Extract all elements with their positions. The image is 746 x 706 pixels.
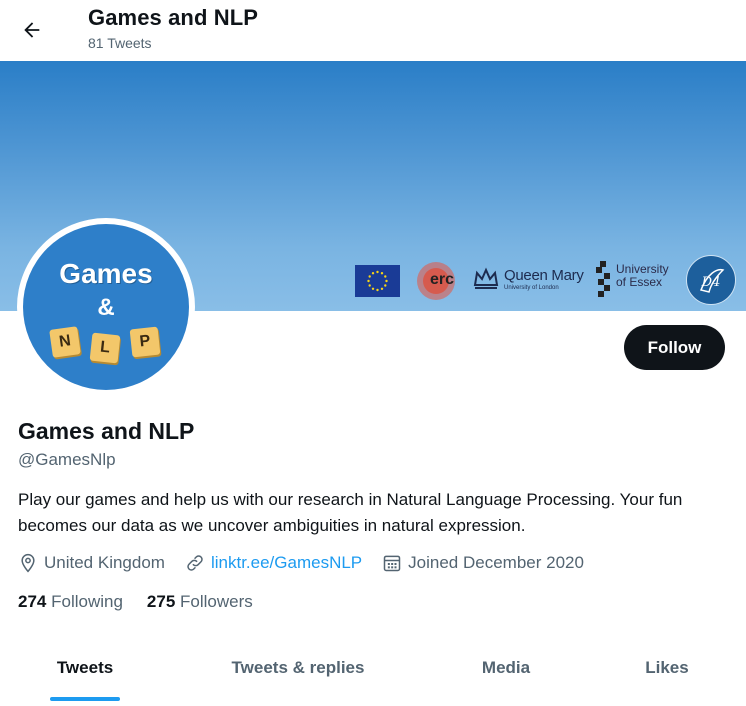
essex-logo: University of Essex: [596, 259, 676, 301]
avatar-text-games: Games: [59, 258, 153, 289]
top-bar: Games and NLP 81 Tweets: [0, 0, 746, 61]
joined-text: Joined December 2020: [408, 553, 584, 572]
location-text: United Kingdom: [44, 553, 165, 572]
back-button[interactable]: [14, 12, 50, 48]
website-item: linktr.ee/GamesNLP: [185, 553, 362, 573]
tweet-count: 81 Tweets: [88, 35, 152, 51]
tile-l: L: [89, 332, 121, 364]
essex-mark-icon: [596, 261, 610, 297]
follow-button[interactable]: Follow: [624, 325, 725, 370]
avatar-text-amp: &: [97, 294, 115, 321]
active-tab-indicator: [50, 697, 120, 701]
header-title: Games and NLP: [88, 5, 259, 30]
tile-p: P: [129, 326, 161, 358]
tab-likes[interactable]: Likes: [608, 640, 726, 696]
calendar-icon: [383, 555, 401, 572]
erc-logo-text: erc: [430, 271, 455, 288]
follow-counts: 274 Following 275 Followers: [18, 592, 277, 612]
partner-logos: erc Queen Mary University of London Univ…: [352, 251, 742, 309]
link-icon: [187, 555, 203, 571]
profile-name: Games and NLP: [18, 418, 195, 444]
tile-n: N: [49, 326, 81, 358]
location-pin-icon: [21, 553, 35, 573]
followers-count[interactable]: 275 Followers: [147, 592, 253, 612]
profile-avatar[interactable]: Games & N L P: [17, 218, 195, 396]
tab-media[interactable]: Media: [440, 640, 572, 696]
eu-flag-logo: [355, 265, 400, 297]
d4-mark-icon: D4: [700, 268, 725, 293]
d4-logo: D4: [686, 255, 736, 305]
tab-tweets[interactable]: Tweets: [0, 640, 170, 696]
profile-tabs: Tweets Tweets & replies Media Likes: [0, 640, 746, 706]
profile-bio: Play our games and help us with our rese…: [18, 490, 683, 535]
location-item: United Kingdom: [18, 553, 165, 573]
profile-meta: United Kingdom linktr.ee/GamesNLP Joined…: [18, 551, 604, 575]
arrow-left-icon: [24, 22, 40, 38]
profile-handle: @GamesNlp: [18, 450, 116, 469]
svg-text:D4: D4: [701, 275, 721, 290]
joined-item: Joined December 2020: [382, 553, 584, 573]
following-count[interactable]: 274 Following: [18, 592, 123, 612]
tab-tweets-replies[interactable]: Tweets & replies: [198, 640, 398, 696]
crown-icon: [473, 267, 499, 289]
queen-mary-logo: Queen Mary University of London: [472, 263, 584, 299]
website-link[interactable]: linktr.ee/GamesNLP: [211, 553, 362, 573]
